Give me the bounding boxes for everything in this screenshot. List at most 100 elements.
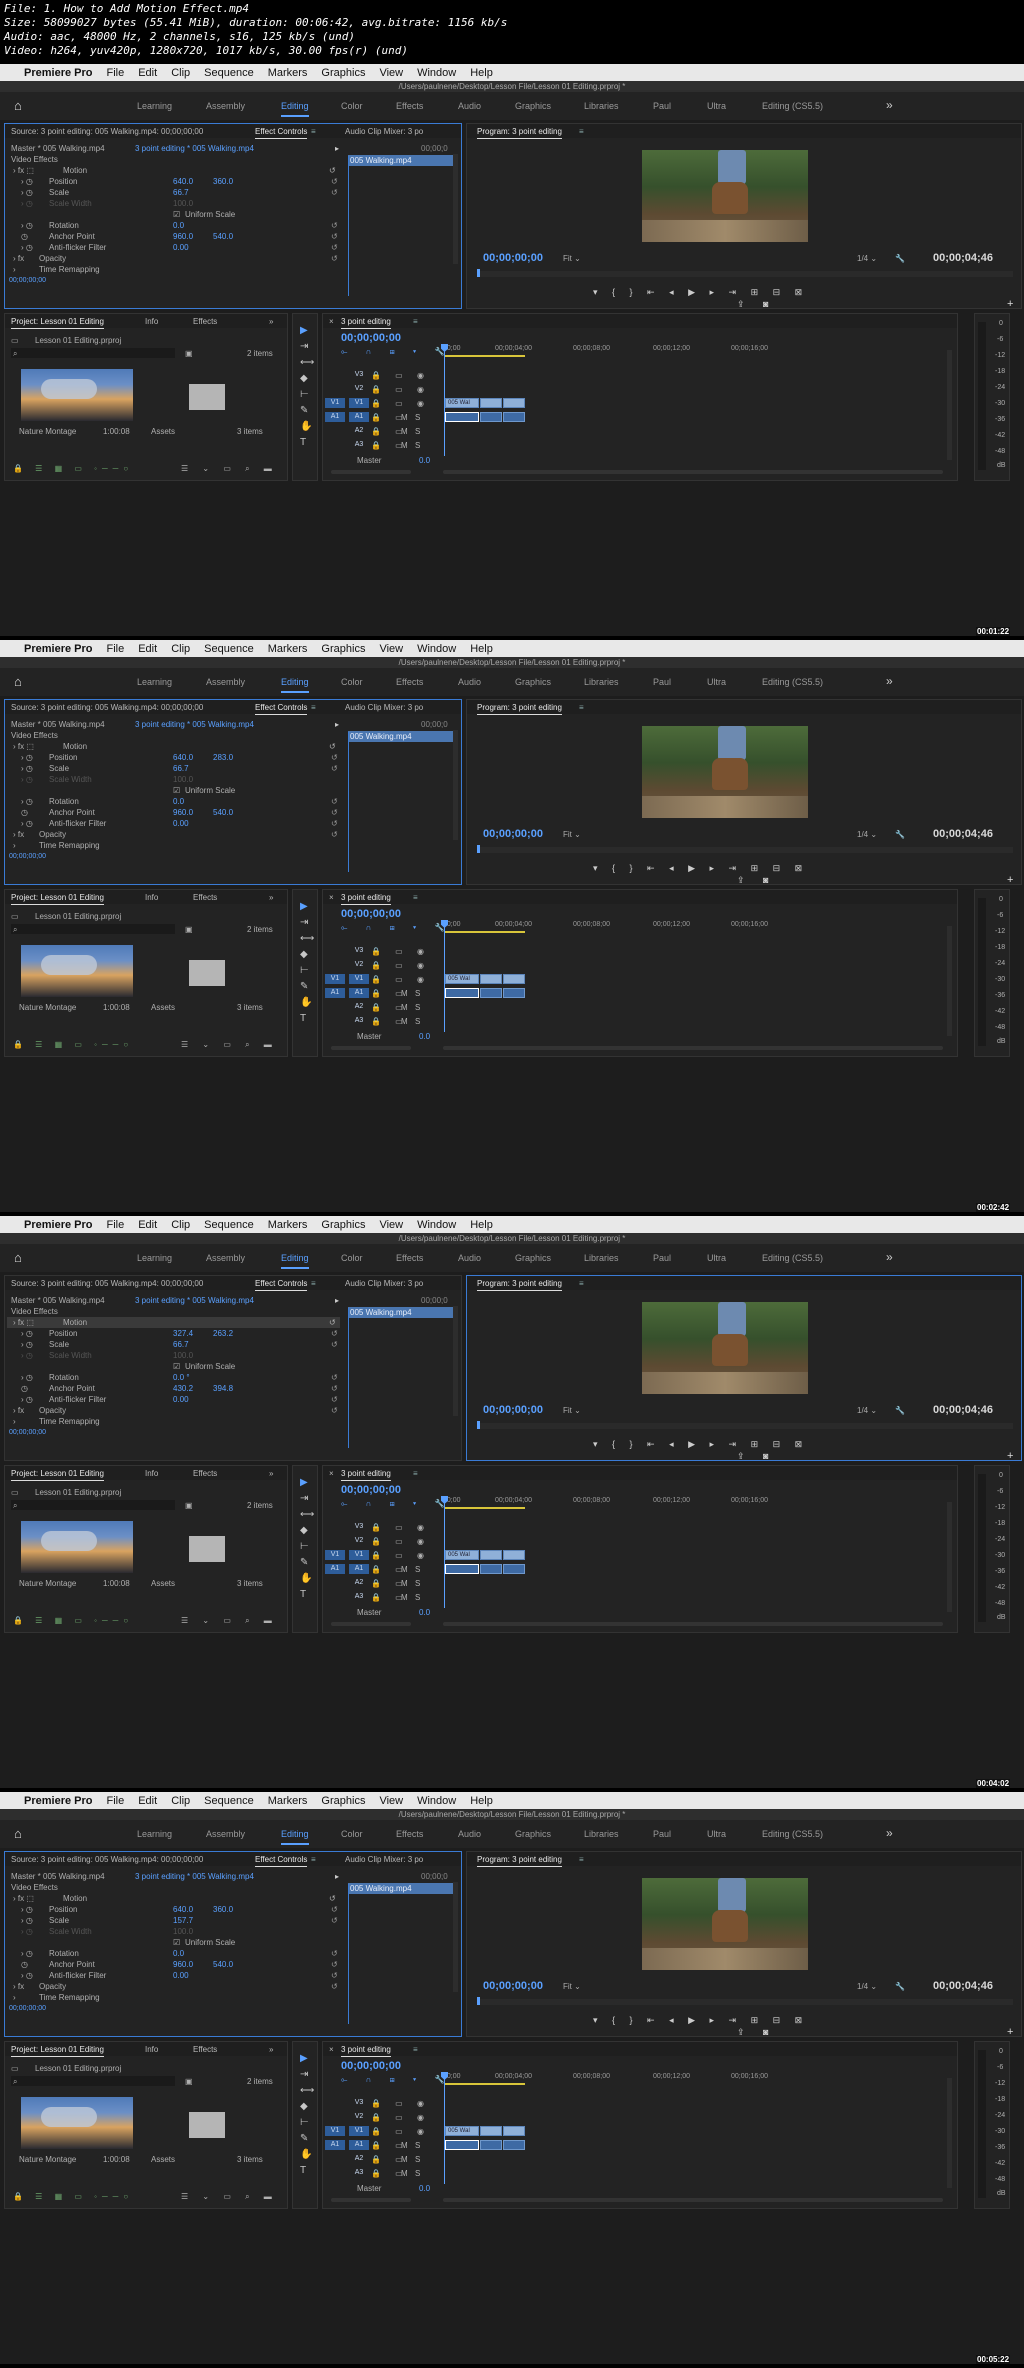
scale-value[interactable]: 66.7 <box>173 1340 189 1349</box>
track-label-a1[interactable]: A1 <box>349 2140 369 2150</box>
nature-montage-thumbnail[interactable] <box>21 945 133 997</box>
workspace-audio[interactable]: Audio <box>458 1829 481 1839</box>
stopwatch-icon[interactable]: › ◷ <box>21 819 33 828</box>
video-clip[interactable] <box>503 974 525 984</box>
project-search-input[interactable] <box>11 924 175 934</box>
tab-effect-controls[interactable]: Effect Controls <box>255 1855 308 1867</box>
tab-sequence[interactable]: 3 point editing <box>341 893 391 905</box>
master-value[interactable]: 0.0 <box>419 456 430 465</box>
audio-clip[interactable] <box>503 412 525 422</box>
video-clip[interactable] <box>480 2126 502 2136</box>
workspace-libraries[interactable]: Libraries <box>584 1829 619 1839</box>
source-patch-a1[interactable]: A1 <box>325 988 345 998</box>
fx-icon[interactable]: › fx ⬚ <box>13 166 34 175</box>
master-clip-label[interactable]: Master * 005 Walking.mp4 <box>11 720 105 729</box>
anchor-y-value[interactable]: 540.0 <box>213 232 233 241</box>
more-workspaces-icon[interactable]: » <box>886 674 893 688</box>
stopwatch-icon[interactable]: ◷ <box>21 1384 28 1393</box>
anti-flicker-value[interactable]: 0.00 <box>173 243 189 252</box>
workspace-audio[interactable]: Audio <box>458 101 481 111</box>
timeline-timecode[interactable]: 00;00;00;00 <box>341 908 401 920</box>
menu-markers[interactable]: Markers <box>268 643 308 655</box>
panel-menu-icon[interactable]: ≡ <box>311 1855 316 1864</box>
workspace-audio[interactable]: Audio <box>458 1253 481 1263</box>
workspace-graphics[interactable]: Graphics <box>515 101 551 111</box>
workspace-assembly[interactable]: Assembly <box>206 677 245 687</box>
fx-icon[interactable]: › fx <box>13 1406 24 1415</box>
workspace-editing[interactable]: Editing <box>281 677 309 693</box>
track-label-a2[interactable]: A2 <box>349 426 369 436</box>
tab-effects[interactable]: Effects <box>193 317 217 326</box>
stopwatch-icon[interactable]: › ◷ <box>21 243 33 252</box>
uniform-scale-checkbox[interactable]: ☑ <box>173 786 180 795</box>
tab-info[interactable]: Info <box>145 317 158 326</box>
uniform-scale-checkbox[interactable]: ☑ <box>173 210 180 219</box>
home-icon[interactable]: ⌂ <box>14 675 28 689</box>
add-button-icon[interactable]: + <box>1007 874 1013 886</box>
workspace-ultra[interactable]: Ultra <box>707 101 726 111</box>
stopwatch-icon[interactable]: ◷ <box>21 1960 28 1969</box>
mute-button[interactable]: M <box>401 1593 408 1602</box>
menu-file[interactable]: File <box>106 67 124 79</box>
position-y-value[interactable]: 263.2 <box>213 1329 233 1338</box>
tab-audio-clip-mixer[interactable]: Audio Clip Mixer: 3 po <box>345 1855 423 1864</box>
tab-source[interactable]: Source: 3 point editing: 005 Walking.mp4… <box>11 127 203 136</box>
workspace-assembly[interactable]: Assembly <box>206 1829 245 1839</box>
mute-button[interactable]: M <box>401 413 408 422</box>
new-bin-icon[interactable]: ▣ <box>185 2077 193 2086</box>
timeline-tool-icons[interactable]: ⟜ ∩ ⊞ ▾ 🔧 <box>341 1499 452 1509</box>
track-label-a1[interactable]: A1 <box>349 1564 369 1574</box>
position-y-value[interactable]: 283.0 <box>213 753 233 762</box>
track-label-a3[interactable]: A3 <box>349 1592 369 1602</box>
anti-flicker-value[interactable]: 0.00 <box>173 819 189 828</box>
stopwatch-icon[interactable]: › ◷ <box>21 797 33 806</box>
audio-clip[interactable] <box>503 1564 525 1574</box>
audio-clip[interactable] <box>480 412 502 422</box>
hand-tool-icon[interactable]: ✋ <box>300 2150 312 2160</box>
rotation-value[interactable]: 0.0 <box>173 797 184 806</box>
workspace-libraries[interactable]: Libraries <box>584 101 619 111</box>
v1-track-controls[interactable]: 🔒 ▭ ◉ <box>371 2127 430 2136</box>
fx-icon[interactable]: › fx <box>13 1982 24 1991</box>
track-label-v2[interactable]: V2 <box>349 2112 369 2122</box>
reset-icon[interactable]: ↺ <box>329 1318 336 1327</box>
master-clip-label[interactable]: Master * 005 Walking.mp4 <box>11 1872 105 1881</box>
type-tool-icon[interactable]: T <box>300 1590 306 1600</box>
reset-icon[interactable]: ↺ <box>331 177 338 186</box>
audio-clip[interactable] <box>480 988 502 998</box>
reset-icon[interactable]: ↺ <box>329 1894 336 1903</box>
audio-clip[interactable] <box>480 2140 502 2150</box>
transport-controls[interactable]: ▾ { } ⇤ ◂ ▶ ▸ ⇥ ⊞ ⊟ ⊠ <box>593 863 808 874</box>
razor-tool-icon[interactable]: ◆ <box>300 1526 308 1536</box>
mute-button[interactable]: M <box>401 2155 408 2164</box>
track-label-a1[interactable]: A1 <box>349 988 369 998</box>
fx-icon[interactable]: › <box>13 1993 16 2002</box>
anchor-x-value[interactable]: 960.0 <box>173 232 193 241</box>
fx-icon[interactable]: › fx ⬚ <box>13 742 34 751</box>
sequence-clip-label[interactable]: 3 point editing * 005 Walking.mp4 <box>135 144 254 153</box>
in-out-range[interactable] <box>445 2083 525 2085</box>
workspace-effects[interactable]: Effects <box>396 677 423 687</box>
quality-dropdown[interactable]: 1/4 ⌄ <box>857 830 877 839</box>
video-clip[interactable] <box>480 1550 502 1560</box>
clip-bar[interactable]: 005 Walking.mp4 <box>348 1883 454 1894</box>
reset-icon[interactable]: ↺ <box>331 830 338 839</box>
reset-icon[interactable]: ↺ <box>329 166 336 175</box>
fx-icon[interactable]: › <box>13 841 16 850</box>
hand-tool-icon[interactable]: ✋ <box>300 1574 312 1584</box>
reset-icon[interactable]: ↺ <box>331 819 338 828</box>
add-button-icon[interactable]: + <box>1007 1450 1013 1462</box>
ec-scrollbar[interactable] <box>453 154 458 264</box>
stopwatch-icon[interactable]: › ◷ <box>21 1329 33 1338</box>
reset-icon[interactable]: ↺ <box>331 1329 338 1338</box>
menu-view[interactable]: View <box>379 643 403 655</box>
tab-project[interactable]: Project: Lesson 01 Editing <box>11 317 104 329</box>
menu-clip[interactable]: Clip <box>171 1795 190 1807</box>
export-frame-icon[interactable]: ⇪ ◙ <box>737 875 776 886</box>
selection-tool-icon[interactable]: ▶ <box>300 1478 308 1488</box>
scale-value[interactable]: 66.7 <box>173 764 189 773</box>
reset-icon[interactable]: ↺ <box>331 1373 338 1382</box>
position-y-value[interactable]: 360.0 <box>213 1905 233 1914</box>
close-icon[interactable]: × <box>329 317 334 326</box>
track-select-tool-icon[interactable]: ⇥ <box>300 342 308 352</box>
